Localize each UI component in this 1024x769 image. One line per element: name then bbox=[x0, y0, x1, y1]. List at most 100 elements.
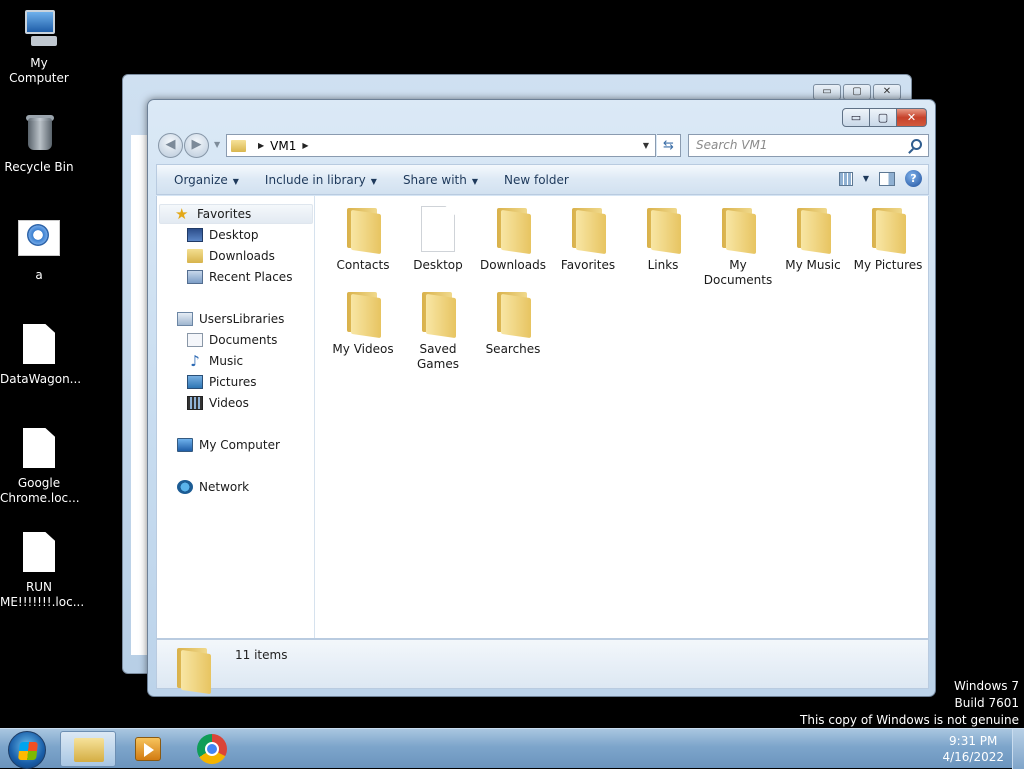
file-item-my-documents[interactable]: My Documents bbox=[702, 206, 774, 288]
background-window-controls: ▭ ▢ ✕ bbox=[813, 84, 901, 100]
file-item-saved-games[interactable]: Saved Games bbox=[402, 290, 474, 372]
maximize-button[interactable]: ▢ bbox=[843, 84, 871, 100]
desktop-icon-recycle-bin[interactable]: Recycle Bin bbox=[0, 112, 78, 175]
preview-pane-icon[interactable] bbox=[879, 171, 895, 186]
folder-icon bbox=[345, 290, 381, 339]
folder-icon bbox=[870, 206, 906, 255]
nav-pictures[interactable]: Pictures bbox=[187, 375, 257, 389]
desktop-icon-run-me[interactable]: RUN ME!!!!!!!.loc... bbox=[0, 532, 85, 610]
file-item-my-music[interactable]: My Music bbox=[777, 206, 849, 273]
file-name: Downloads bbox=[480, 258, 546, 272]
file-icon bbox=[17, 324, 61, 368]
nav-documents[interactable]: Documents bbox=[187, 333, 277, 347]
minimize-button[interactable]: ▭ bbox=[813, 84, 841, 100]
desktop-icon-label: RUN ME!!!!!!!.loc... bbox=[0, 580, 85, 609]
file-item-links[interactable]: Links bbox=[627, 206, 699, 273]
close-button[interactable]: ✕ bbox=[873, 84, 901, 100]
computer-icon bbox=[177, 438, 193, 452]
documents-icon bbox=[187, 333, 203, 347]
nav-libraries[interactable]: UsersLibraries bbox=[177, 312, 284, 326]
file-item-my-videos[interactable]: My Videos bbox=[327, 290, 399, 357]
windows-logo-icon bbox=[18, 742, 38, 760]
maximize-button[interactable]: ▢ bbox=[870, 108, 897, 127]
media-player-icon bbox=[135, 737, 161, 761]
file-name: My Pictures bbox=[853, 258, 923, 272]
nav-network[interactable]: Network bbox=[177, 480, 249, 494]
downloads-icon bbox=[187, 249, 203, 263]
change-view-icon[interactable] bbox=[838, 171, 853, 186]
search-icon[interactable] bbox=[911, 139, 922, 150]
file-name: My Music bbox=[785, 258, 841, 272]
my-computer-icon bbox=[17, 8, 61, 52]
file-item-contacts[interactable]: Contacts bbox=[327, 206, 399, 273]
nav-music[interactable]: ♪ Music bbox=[187, 354, 243, 369]
start-button[interactable] bbox=[8, 731, 46, 769]
navigation-bar: ◀ ▶ ▼ ▶ VM1 ▶ ▼ ⇆ Search VM1 bbox=[156, 133, 929, 158]
system-clock[interactable]: 9:31 PM 4/16/2022 bbox=[942, 733, 1004, 765]
nav-recent-places[interactable]: Recent Places bbox=[187, 270, 292, 284]
nav-favorites[interactable]: ★ Favorites bbox=[175, 205, 251, 223]
help-icon[interactable]: ? bbox=[905, 170, 922, 187]
app-icon bbox=[17, 220, 61, 264]
refresh-button[interactable]: ⇆ bbox=[657, 134, 681, 157]
folder-icon bbox=[345, 206, 381, 255]
chevron-down-icon: ▼ bbox=[471, 176, 478, 186]
file-item-favorites[interactable]: Favorites bbox=[552, 206, 624, 273]
explorer-window: ▭ ▢ ✕ ◀ ▶ ▼ ▶ VM1 ▶ ▼ ⇆ Search VM1 Organ… bbox=[147, 99, 936, 697]
include-in-library-button[interactable]: Include in library ▼ bbox=[256, 173, 386, 187]
file-item-downloads[interactable]: Downloads bbox=[477, 206, 549, 273]
desktop-icon-my-computer[interactable]: My Computer bbox=[0, 8, 78, 86]
videos-icon bbox=[187, 396, 203, 410]
organize-button[interactable]: Organize ▼ bbox=[165, 173, 248, 187]
nav-downloads[interactable]: Downloads bbox=[187, 249, 275, 263]
folder-icon bbox=[795, 206, 831, 255]
minimize-button[interactable]: ▭ bbox=[842, 108, 870, 127]
nav-videos[interactable]: Videos bbox=[187, 396, 249, 410]
forward-button[interactable]: ▶ bbox=[184, 133, 209, 158]
item-count: 11 items bbox=[235, 648, 288, 662]
taskbar-explorer-button[interactable] bbox=[60, 731, 116, 767]
star-icon: ★ bbox=[175, 205, 189, 223]
file-name: Saved Games bbox=[417, 342, 459, 371]
view-options-dropdown[interactable]: ▼ bbox=[863, 174, 869, 183]
folder-icon bbox=[420, 290, 456, 339]
new-folder-button[interactable]: New folder bbox=[495, 173, 578, 187]
file-item-my-pictures[interactable]: My Pictures bbox=[852, 206, 924, 273]
taskbar-chrome-button[interactable] bbox=[184, 731, 240, 767]
show-desktop-button[interactable] bbox=[1012, 729, 1024, 769]
watermark-line: Build 7601 bbox=[954, 696, 1019, 710]
blank-file-icon bbox=[421, 206, 455, 252]
file-item-desktop[interactable]: Desktop bbox=[402, 206, 474, 273]
nav-desktop[interactable]: Desktop bbox=[187, 228, 259, 242]
folder-icon bbox=[231, 139, 246, 152]
breadcrumb-vm1[interactable]: VM1 bbox=[270, 139, 296, 153]
desktop-icon-label: DataWagon... bbox=[0, 372, 82, 386]
clock-time: 9:31 PM bbox=[949, 734, 998, 748]
folder-icon bbox=[645, 206, 681, 255]
desktop-icon-datawagon[interactable]: DataWagon... bbox=[0, 324, 82, 387]
file-name: Favorites bbox=[560, 258, 616, 272]
folder-icon bbox=[175, 646, 211, 695]
desktop-icon-google-chrome[interactable]: Google Chrome.loc... bbox=[0, 428, 80, 506]
nav-my-computer[interactable]: My Computer bbox=[177, 438, 280, 452]
share-with-button[interactable]: Share with ▼ bbox=[394, 173, 487, 187]
back-button[interactable]: ◀ bbox=[158, 133, 183, 158]
address-bar[interactable]: ▶ VM1 ▶ ▼ bbox=[226, 134, 656, 157]
navigation-pane[interactable]: ★ Favorites Desktop Downloads Recent Plac… bbox=[157, 196, 315, 638]
search-input[interactable]: Search VM1 bbox=[688, 134, 929, 157]
breadcrumb-separator-icon[interactable]: ▶ bbox=[258, 141, 264, 150]
taskbar-media-player-button[interactable] bbox=[120, 731, 176, 767]
desktop-icon-a[interactable]: a bbox=[0, 220, 78, 283]
close-button[interactable]: ✕ bbox=[897, 108, 927, 127]
breadcrumb-separator-icon[interactable]: ▶ bbox=[302, 141, 308, 150]
address-dropdown-icon[interactable]: ▼ bbox=[643, 141, 649, 150]
file-icon bbox=[17, 532, 61, 576]
file-item-searches[interactable]: Searches bbox=[477, 290, 549, 357]
libraries-icon bbox=[177, 312, 193, 326]
recent-pages-dropdown[interactable]: ▼ bbox=[214, 140, 220, 149]
file-name: Searches bbox=[485, 342, 541, 356]
search-placeholder: Search VM1 bbox=[696, 138, 768, 152]
window-controls: ▭ ▢ ✕ bbox=[842, 108, 927, 127]
pictures-icon bbox=[187, 375, 203, 389]
desktop-icon-label: Recycle Bin bbox=[4, 160, 74, 174]
